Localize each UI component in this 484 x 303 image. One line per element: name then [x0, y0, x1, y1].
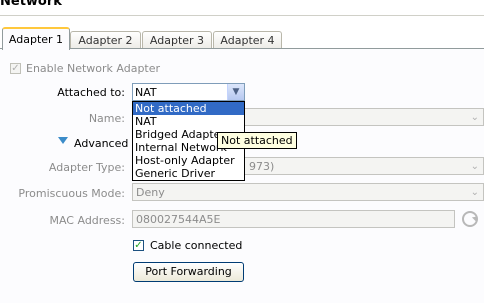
mac-address-field[interactable]: 080027544A5E — [132, 210, 455, 228]
header-divider — [0, 15, 484, 16]
expand-triangle-icon[interactable] — [58, 137, 68, 144]
tooltip: Not attached — [217, 132, 297, 149]
option-generic-driver[interactable]: Generic Driver — [133, 167, 244, 180]
advanced-toggle[interactable]: Advanced — [74, 137, 128, 150]
cable-connected-label: Cable connected — [150, 239, 243, 252]
adapter-tab-bar: Adapter 1 Adapter 2 Adapter 3 Adapter 4 — [0, 27, 484, 50]
attached-to-select[interactable]: NAT ▼ — [132, 83, 245, 101]
adapter-type-label: Adapter Type: — [48, 161, 125, 174]
tab-adapter-2[interactable]: Adapter 2 — [70, 31, 141, 49]
chevron-down-icon[interactable]: ▼ — [227, 84, 244, 100]
option-host-only-adapter[interactable]: Host-only Adapter — [133, 154, 244, 167]
tab-adapter-1[interactable]: Adapter 1 — [2, 27, 70, 50]
mac-address-label: MAC Address: — [49, 214, 125, 227]
port-forwarding-button[interactable]: Port Forwarding — [133, 262, 244, 282]
promiscuous-mode-label: Promiscuous Mode: — [18, 187, 125, 200]
option-not-attached[interactable]: Not attached — [133, 102, 244, 115]
window-title: Network — [0, 0, 62, 9]
mac-address-value: 080027544A5E — [136, 213, 221, 226]
promiscuous-mode-value: Deny — [136, 186, 165, 199]
enable-adapter-checkbox[interactable]: ✓ — [10, 63, 21, 74]
enable-adapter-label: Enable Network Adapter — [26, 62, 161, 75]
chevron-down-icon: ⌄ — [470, 161, 479, 172]
adapter-type-value: 973) — [249, 160, 275, 173]
chevron-down-icon: ⌄ — [470, 187, 479, 198]
attached-to-label: Attached to: — [57, 86, 125, 99]
attached-to-value: NAT — [135, 86, 157, 99]
promiscuous-mode-select[interactable]: Deny ⌄ — [132, 183, 484, 201]
chevron-down-icon: ⌄ — [470, 112, 479, 123]
name-label: Name: — [88, 112, 125, 125]
option-nat[interactable]: NAT — [133, 115, 244, 128]
refresh-mac-icon[interactable] — [462, 211, 478, 227]
tab-adapter-3[interactable]: Adapter 3 — [142, 31, 212, 49]
cable-connected-checkbox[interactable]: ✓ — [133, 240, 144, 251]
tab-adapter-4[interactable]: Adapter 4 — [213, 31, 282, 49]
